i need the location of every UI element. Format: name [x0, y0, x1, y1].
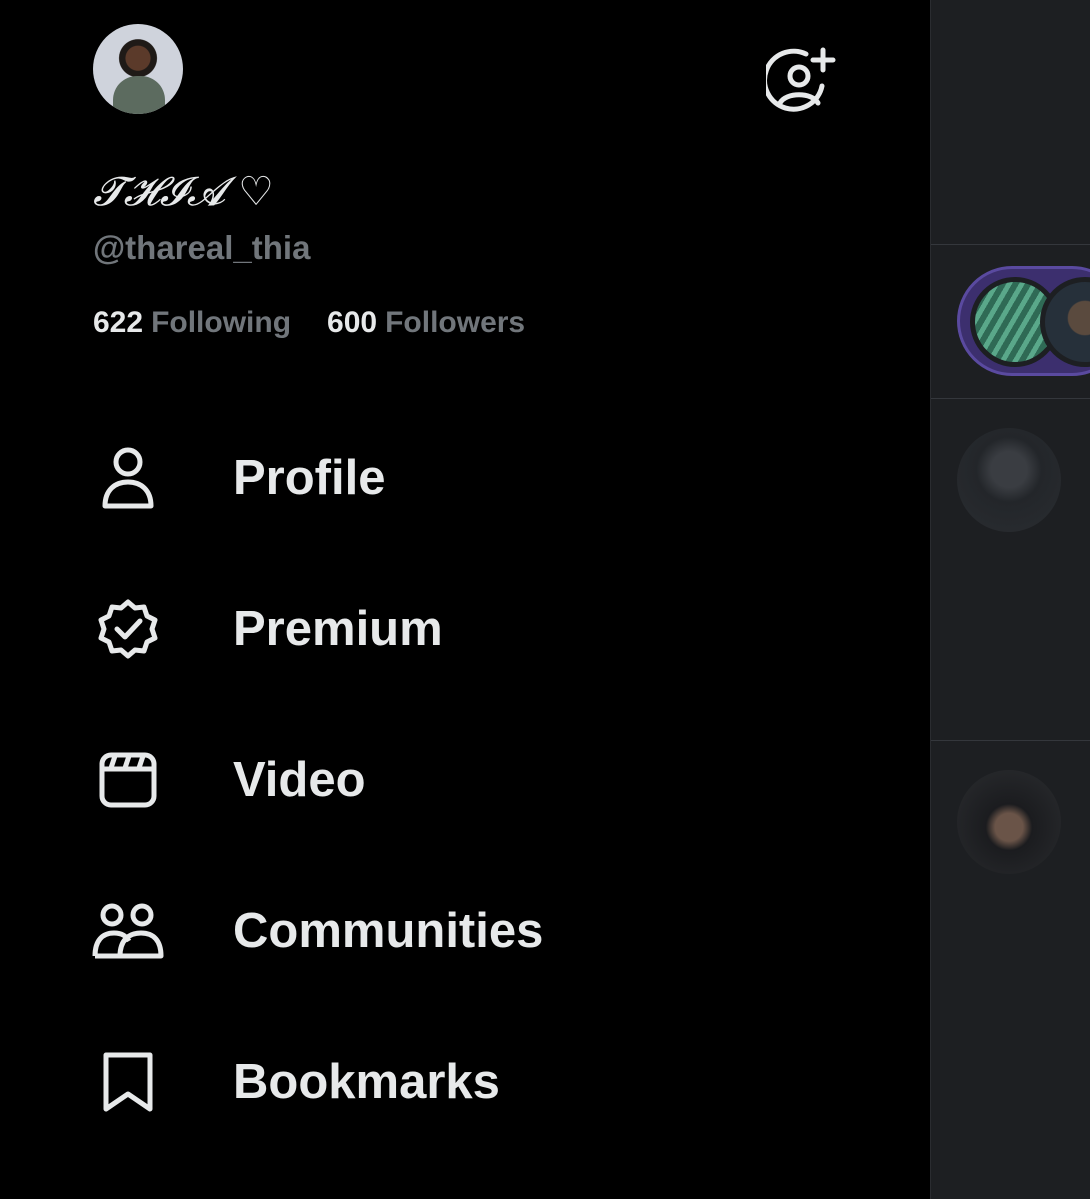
video-clapper-icon	[92, 744, 164, 816]
menu-item-bookmarks[interactable]: Bookmarks	[0, 1006, 930, 1157]
feed-divider	[931, 740, 1090, 741]
app-screen: 𝓣𝓗𝓘𝓐 ♡ @thareal_thia 622 Following 600 F…	[0, 0, 1090, 1199]
following-link[interactable]: 622 Following	[93, 303, 291, 343]
background-feed[interactable]	[930, 0, 1090, 1199]
avatar[interactable]	[93, 24, 183, 114]
spaces-pill[interactable]	[957, 266, 1090, 376]
menu-item-premium[interactable]: Premium	[0, 553, 930, 704]
menu-item-label: Profile	[233, 450, 386, 505]
menu-item-profile[interactable]: Profile	[0, 402, 930, 553]
post-avatar[interactable]	[957, 770, 1061, 874]
following-count: 622	[93, 306, 144, 339]
followers-label: Followers	[385, 306, 526, 339]
feed-divider	[931, 398, 1090, 399]
person-icon	[92, 442, 164, 514]
add-account-icon[interactable]	[766, 46, 838, 118]
communities-icon	[92, 895, 164, 967]
display-name: 𝓣𝓗𝓘𝓐 ♡	[93, 169, 274, 215]
menu-item-communities[interactable]: Communities	[0, 855, 930, 1006]
following-label: Following	[151, 306, 292, 339]
user-handle: @thareal_thia	[93, 229, 311, 266]
followers-count: 600	[327, 306, 378, 339]
menu-item-label: Premium	[233, 601, 443, 656]
menu-item-label: Bookmarks	[233, 1054, 500, 1109]
feed-divider	[931, 244, 1090, 245]
post-avatar[interactable]	[957, 428, 1061, 532]
bookmark-icon	[92, 1046, 164, 1118]
menu-item-label: Video	[233, 752, 366, 807]
menu-item-video[interactable]: Video	[0, 704, 930, 855]
navigation-drawer: 𝓣𝓗𝓘𝓐 ♡ @thareal_thia 622 Following 600 F…	[0, 0, 930, 1199]
verified-badge-icon	[92, 593, 164, 665]
menu-item-label: Communities	[233, 903, 544, 958]
follow-stats: 622 Following 600 Followers	[93, 303, 525, 343]
followers-link[interactable]: 600 Followers	[327, 303, 525, 343]
